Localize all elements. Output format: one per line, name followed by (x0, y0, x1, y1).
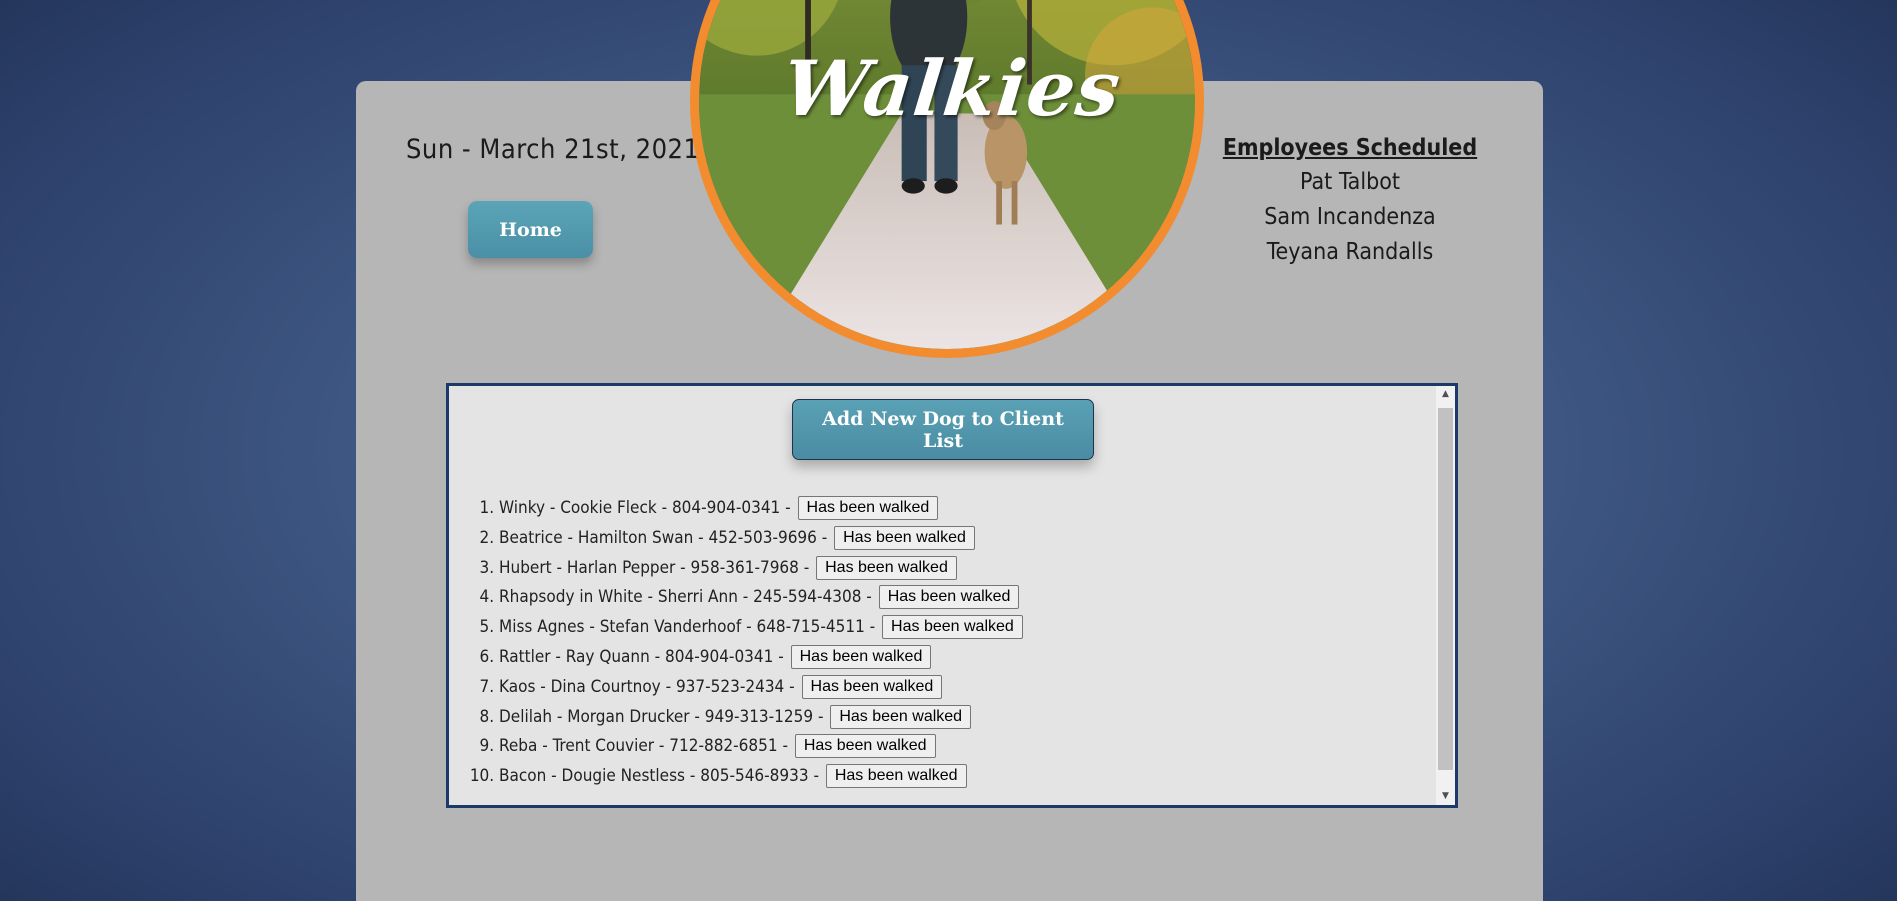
dog-entry-text: Miss Agnes - Stefan Vanderhoof - 648-715… (499, 617, 876, 638)
home-button[interactable]: Home (468, 201, 593, 258)
has-been-walked-button[interactable]: Has been walked (790, 644, 932, 669)
list-item: Reba - Trent Couvier - 712-882-6851 - Ha… (499, 732, 1023, 762)
has-been-walked-button[interactable]: Has been walked (878, 585, 1020, 610)
list-item: Beatrice - Hamilton Swan - 452-503-9696 … (499, 524, 1023, 554)
dog-client-list: Winky - Cookie Fleck - 804-904-0341 - Ha… (449, 494, 1023, 792)
employee-name: Teyana Randalls (1266, 239, 1434, 265)
list-item: Kaos - Dina Courtnoy - 937-523-2434 - Ha… (499, 673, 1023, 703)
list-item: Bacon - Dougie Nestless - 805-546-8933 -… (499, 762, 1023, 792)
dog-entry-text: Beatrice - Hamilton Swan - 452-503-9696 … (499, 527, 828, 548)
list-item: Miss Agnes - Stefan Vanderhoof - 648-715… (499, 613, 1023, 643)
employee-name: Pat Talbot (1300, 169, 1400, 195)
list-item: Rhapsody in White - Sherri Ann - 245-594… (499, 583, 1023, 613)
list-item: Rattler - Ray Quann - 804-904-0341 - Has… (499, 643, 1023, 673)
dog-entry-text: Delilah - Morgan Drucker - 949-313-1259 … (499, 706, 824, 727)
employees-title: Employees Scheduled (1222, 135, 1478, 161)
list-item: Hubert - Harlan Pepper - 958-361-7968 - … (499, 554, 1023, 584)
dog-entry-text: Winky - Cookie Fleck - 804-904-0341 - (499, 498, 791, 518)
has-been-walked-button[interactable]: Has been walked (794, 734, 936, 759)
list-item: Winky - Cookie Fleck - 804-904-0341 - Ha… (499, 494, 1023, 524)
has-been-walked-button[interactable]: Has been walked (834, 525, 975, 550)
scroll-up-arrow-icon[interactable]: ▲ (1436, 386, 1455, 403)
current-date: Sun - March 21st, 2021 (406, 134, 700, 165)
dog-entry-text: Rattler - Ray Quann - 804-904-0341 - (499, 646, 784, 667)
dog-entry-text: Bacon - Dougie Nestless - 805-546-8933 - (499, 766, 819, 787)
has-been-walked-button[interactable]: Has been walked (797, 496, 939, 520)
dog-entry-text: Hubert - Harlan Pepper - 958-361-7968 - (499, 557, 810, 578)
has-been-walked-button[interactable]: Has been walked (816, 555, 957, 580)
employee-list: Pat Talbot Sam Incandenza Teyana Randall… (1200, 165, 1500, 270)
dog-entry-text: Kaos - Dina Courtnoy - 937-523-2434 - (499, 676, 795, 697)
has-been-walked-button[interactable]: Has been walked (801, 674, 943, 699)
has-been-walked-button[interactable]: Has been walked (882, 615, 1023, 640)
list-item: Delilah - Morgan Drucker - 949-313-1259 … (499, 703, 1023, 733)
employees-scheduled: Employees Scheduled Pat Talbot Sam Incan… (1200, 135, 1500, 270)
client-list-panel: Add New Dog to Client List Winky - Cooki… (446, 383, 1458, 808)
logo-title: Walkies (779, 44, 1125, 133)
scrollbar-thumb[interactable] (1438, 408, 1453, 770)
has-been-walked-button[interactable]: Has been walked (830, 704, 972, 729)
has-been-walked-button[interactable]: Has been walked (825, 764, 967, 789)
dog-entry-text: Reba - Trent Couvier - 712-882-6851 - (499, 736, 788, 757)
add-new-dog-button[interactable]: Add New Dog to Client List (792, 399, 1094, 460)
scroll-down-arrow-icon[interactable]: ▼ (1436, 788, 1455, 805)
dog-entry-text: Rhapsody in White - Sherri Ann - 245-594… (499, 587, 872, 608)
employee-name: Sam Incandenza (1264, 204, 1436, 230)
vertical-scrollbar[interactable]: ▲ ▼ (1436, 386, 1455, 805)
